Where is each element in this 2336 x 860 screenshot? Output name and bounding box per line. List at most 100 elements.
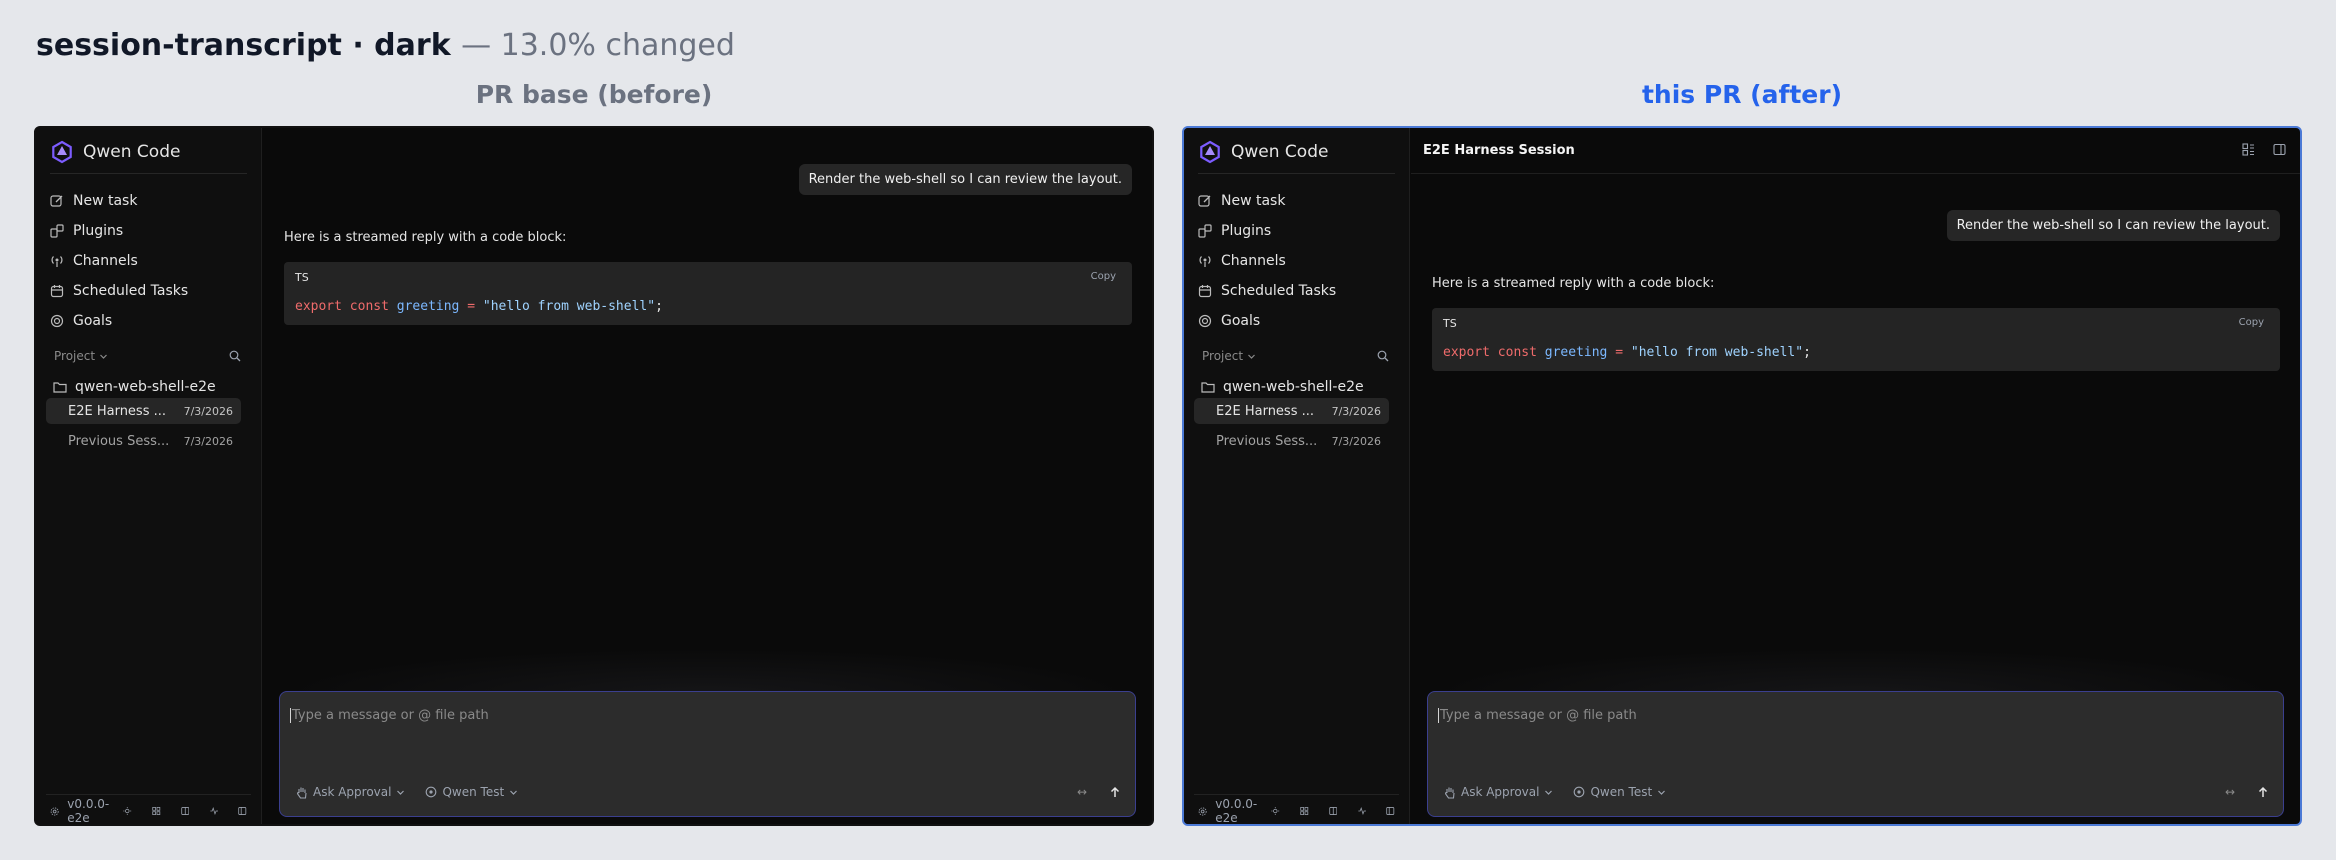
settings-icon[interactable] <box>50 805 59 818</box>
sidebar-toggle-icon[interactable] <box>238 805 247 817</box>
edit-icon <box>50 195 63 207</box>
edit-icon <box>1198 195 1211 207</box>
expand-button[interactable]: ↔ <box>2225 785 2235 799</box>
code-line: export const greeting = "hello from web-… <box>295 299 663 314</box>
theme-icon[interactable] <box>1271 805 1280 817</box>
nav-label: Scheduled Tasks <box>73 283 189 299</box>
send-arrow-icon[interactable] <box>1109 786 1121 798</box>
project-dropdown[interactable]: Project <box>1202 349 1256 363</box>
expand-button[interactable]: ↔ <box>1077 785 1087 799</box>
model-dropdown[interactable]: Qwen Test <box>1573 785 1666 799</box>
chevron-down-icon <box>1248 354 1255 359</box>
session-item[interactable]: Previous Sess... 7/3/2026 <box>1194 428 1389 454</box>
nav-label: Scheduled Tasks <box>1221 283 1337 299</box>
grid-icon[interactable] <box>1300 805 1309 817</box>
plugin-icon <box>1198 224 1212 238</box>
activity-icon[interactable] <box>1357 805 1367 817</box>
project-label: Project <box>1202 349 1244 363</box>
approval-mode-dropdown[interactable]: Ask Approval <box>296 785 405 799</box>
model-dropdown[interactable]: Qwen Test <box>425 785 518 799</box>
code-block: TS Copy export const greeting = "hello f… <box>1432 308 2280 371</box>
divider <box>46 794 251 795</box>
nav-scheduled-tasks[interactable]: Scheduled Tasks <box>50 276 251 306</box>
plugin-icon <box>50 224 64 238</box>
header-actions <box>2242 143 2286 156</box>
grid-icon[interactable] <box>152 805 161 817</box>
session-item-active[interactable]: E2E Harness ... 7/3/2026 <box>1194 398 1389 424</box>
side-panel-icon[interactable] <box>2273 143 2286 156</box>
theme-icon[interactable] <box>123 805 132 817</box>
page-title-name: session-transcript · dark <box>36 28 451 63</box>
chat-main: Render the web-shell so I can review the… <box>263 128 1152 824</box>
model-icon <box>1574 786 1585 798</box>
session-date: 7/3/2026 <box>183 404 233 418</box>
after-panel: Qwen Code New task Plugins Channels Sche… <box>1182 126 2302 826</box>
nav-label: Channels <box>73 253 138 269</box>
code-operator: = <box>1615 345 1624 360</box>
sidebar-footer: v0.0.0-e2e <box>50 797 247 824</box>
chevron-down-icon <box>100 354 107 359</box>
sidebar-toggle-icon[interactable] <box>1386 805 1395 817</box>
code-keyword: const <box>1497 345 1537 360</box>
target-icon <box>1198 314 1212 328</box>
project-folder[interactable]: qwen-web-shell-e2e <box>53 376 216 398</box>
project-dropdown[interactable]: Project <box>54 349 108 363</box>
target-icon <box>50 314 64 328</box>
assistant-message: Here is a streamed reply with a code blo… <box>1432 276 1715 291</box>
session-title: Previous Sess... <box>68 433 170 449</box>
message-input[interactable]: Type a message or @ file path <box>1438 708 2273 723</box>
before-heading: PR base (before) <box>475 80 713 109</box>
hand-icon <box>1445 787 1455 799</box>
code-punctuation: ; <box>1803 345 1811 360</box>
activity-icon[interactable] <box>209 805 219 817</box>
message-input[interactable]: Type a message or @ file path <box>290 708 1125 723</box>
nav-plugins[interactable]: Plugins <box>50 216 251 246</box>
after-heading: this PR (after) <box>1641 80 1842 109</box>
settings-icon[interactable] <box>1198 805 1207 818</box>
calendar-icon <box>50 285 64 298</box>
folder-name: qwen-web-shell-e2e <box>1223 379 1364 395</box>
layout-panels-icon[interactable] <box>2242 143 2255 156</box>
calendar-icon <box>1198 285 1212 298</box>
send-arrow-icon[interactable] <box>2257 786 2269 798</box>
session-item-active[interactable]: E2E Harness ... 7/3/2026 <box>46 398 241 424</box>
nav-channels[interactable]: Channels <box>50 246 251 276</box>
user-message: Render the web-shell so I can review the… <box>798 164 1132 195</box>
session-item[interactable]: Previous Sess... 7/3/2026 <box>46 428 241 454</box>
nav-new-task[interactable]: New task <box>50 186 251 216</box>
project-folder[interactable]: qwen-web-shell-e2e <box>1201 376 1364 398</box>
search-icon[interactable] <box>1377 350 1389 362</box>
message-placeholder: Type a message or @ file path <box>292 708 489 723</box>
split-view-icon[interactable] <box>181 805 190 817</box>
nav-scheduled-tasks[interactable]: Scheduled Tasks <box>1198 276 1399 306</box>
session-title: Previous Sess... <box>1216 433 1318 449</box>
nav-goals[interactable]: Goals <box>50 306 251 336</box>
split-view-icon[interactable] <box>1329 805 1338 817</box>
code-block: TS Copy export const greeting = "hello f… <box>284 262 1132 325</box>
search-icon[interactable] <box>229 350 241 362</box>
composer: Type a message or @ file path Ask Approv… <box>1427 691 2284 817</box>
approval-mode-dropdown[interactable]: Ask Approval <box>1444 785 1553 799</box>
composer: Type a message or @ file path Ask Approv… <box>279 691 1136 817</box>
chevron-down-icon <box>510 790 518 795</box>
copy-button[interactable]: Copy <box>2239 317 2264 328</box>
model-label: Qwen Test <box>1590 785 1653 799</box>
project-row: Project <box>54 346 241 366</box>
nav-plugins[interactable]: Plugins <box>1198 216 1399 246</box>
approval-mode-label: Ask Approval <box>1461 785 1540 799</box>
code-identifier: greeting <box>396 299 460 314</box>
sidebar: Qwen Code New task Plugins Channels Sche… <box>36 128 262 824</box>
code-string: "hello from web-shell" <box>1630 345 1804 360</box>
code-keyword: export <box>295 299 342 314</box>
code-identifier: greeting <box>1544 345 1608 360</box>
nav-goals[interactable]: Goals <box>1198 306 1399 336</box>
model-label: Qwen Test <box>442 785 505 799</box>
sidebar: Qwen Code New task Plugins Channels Sche… <box>1184 128 1410 824</box>
code-line: export const greeting = "hello from web-… <box>1443 345 1811 360</box>
message-placeholder: Type a message or @ file path <box>1440 708 1637 723</box>
copy-button[interactable]: Copy <box>1091 271 1116 282</box>
session-title-header: E2E Harness Session <box>1423 143 1575 158</box>
nav-channels[interactable]: Channels <box>1198 246 1399 276</box>
nav-new-task[interactable]: New task <box>1198 186 1399 216</box>
version-label: v0.0.0-e2e <box>1215 797 1258 825</box>
